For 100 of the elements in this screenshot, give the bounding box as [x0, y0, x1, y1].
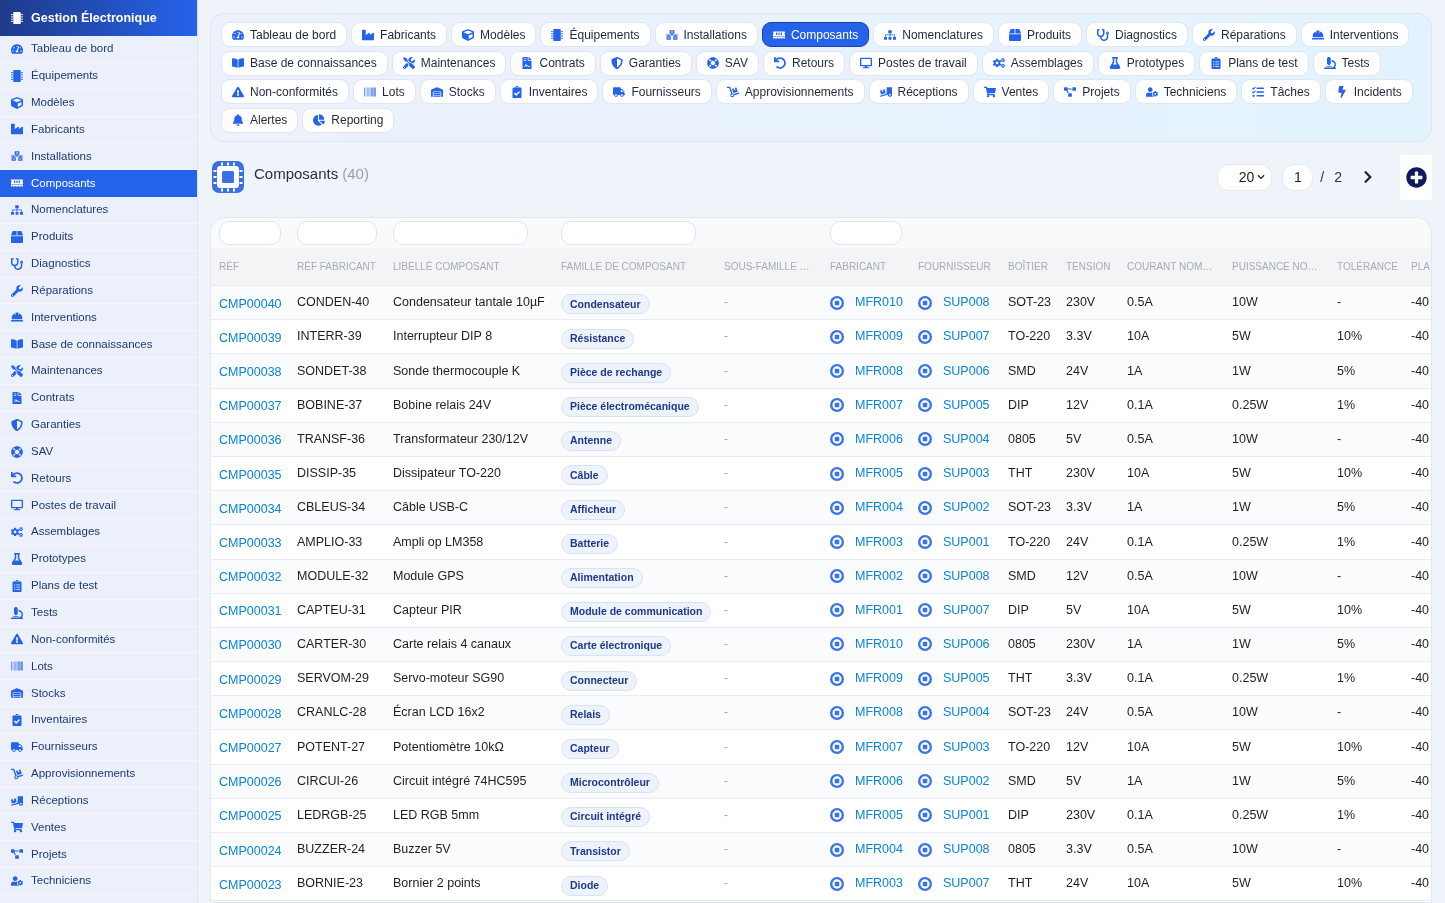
nav-tab[interactable]: Assemblages	[981, 50, 1094, 76]
code-link[interactable]: MFR002	[855, 566, 903, 586]
sidebar-item[interactable]: Approvisionnements	[0, 760, 197, 788]
nav-tab[interactable]: SAV	[695, 50, 759, 76]
sidebar-item[interactable]: Inventaires	[0, 707, 197, 734]
sidebar-item[interactable]: Réparations	[0, 277, 197, 305]
nav-tab[interactable]: Installations	[654, 22, 758, 47]
code-link[interactable]: SUP008	[943, 293, 990, 312]
code-link[interactable]: MFR003	[855, 874, 903, 894]
code-link[interactable]: MFR010	[855, 293, 903, 312]
ref-link[interactable]: CMP00038	[219, 364, 282, 379]
nav-tab[interactable]: Composants	[761, 22, 870, 47]
nav-tab[interactable]: Tâches	[1241, 79, 1321, 104]
filter-input[interactable]	[219, 220, 281, 245]
ref-link[interactable]: CMP00029	[219, 672, 282, 687]
sidebar-item[interactable]: Postes de travail	[0, 492, 197, 520]
sidebar-item[interactable]: Tableau de bord	[0, 36, 197, 63]
nav-tab[interactable]: Non-conformités	[221, 79, 350, 104]
ref-link[interactable]: CMP00025	[219, 809, 282, 824]
nav-tab[interactable]: Stocks	[419, 79, 496, 104]
nav-tab[interactable]: Lots	[353, 79, 416, 104]
sidebar-item[interactable]: Stocks	[0, 680, 197, 708]
code-link[interactable]: SUP002	[943, 498, 990, 518]
sidebar-item[interactable]: Nomenclatures	[0, 197, 197, 224]
nav-tab[interactable]: Maintenances	[391, 50, 507, 76]
sidebar-item[interactable]: Composants	[0, 170, 197, 198]
code-link[interactable]: SUP007	[943, 600, 990, 620]
ref-link[interactable]: CMP00023	[219, 877, 282, 892]
sidebar-item[interactable]: Ventes	[0, 814, 197, 842]
nav-tab[interactable]: Interventions	[1300, 22, 1410, 47]
nav-tab[interactable]: Base de connaissances	[221, 50, 388, 76]
sidebar-item[interactable]: Prototypes	[0, 546, 197, 573]
ref-link[interactable]: CMP00028	[219, 706, 282, 721]
code-link[interactable]: SUP006	[943, 635, 990, 654]
code-link[interactable]: MFR005	[855, 806, 903, 825]
nav-tab[interactable]: Modèles	[451, 22, 537, 47]
nav-tab[interactable]: Nomenclatures	[873, 22, 994, 47]
code-link[interactable]: MFR009	[855, 669, 903, 689]
sidebar-item[interactable]: Tests	[0, 599, 197, 627]
ref-link[interactable]: CMP00030	[219, 638, 282, 653]
ref-link[interactable]: CMP00036	[219, 433, 282, 448]
ref-link[interactable]: CMP00040	[219, 296, 282, 311]
sidebar-item[interactable]: Plans de test	[0, 572, 197, 600]
code-link[interactable]: SUP004	[943, 703, 990, 723]
filter-input[interactable]	[561, 220, 696, 245]
sidebar-item[interactable]: Base de connaissances	[0, 331, 197, 359]
code-link[interactable]: SUP004	[943, 429, 990, 449]
sidebar-item[interactable]: Maintenances	[0, 358, 197, 385]
nav-tab[interactable]: Projets	[1053, 79, 1131, 104]
sidebar-item[interactable]: SAV	[0, 438, 197, 466]
ref-link[interactable]: CMP00033	[219, 535, 282, 550]
nav-tab[interactable]: Reporting	[302, 107, 395, 133]
ref-link[interactable]: CMP00032	[219, 570, 282, 585]
code-link[interactable]: SUP005	[943, 669, 990, 689]
code-link[interactable]: SUP001	[943, 806, 990, 825]
filter-input[interactable]	[297, 220, 377, 245]
code-link[interactable]: MFR008	[855, 361, 903, 381]
filter-input[interactable]	[830, 220, 902, 245]
nav-tab[interactable]: Inventaires	[499, 79, 599, 104]
sidebar-item[interactable]: Garanties	[0, 411, 197, 439]
next-page-button[interactable]	[1362, 170, 1374, 184]
sidebar-item[interactable]: Assemblages	[0, 519, 197, 547]
code-link[interactable]: SUP001	[943, 532, 990, 552]
code-link[interactable]: SUP003	[943, 464, 990, 483]
sidebar-item[interactable]: Équipements	[0, 62, 197, 90]
code-link[interactable]: MFR009	[855, 327, 903, 347]
code-link[interactable]: SUP008	[943, 566, 990, 586]
nav-tab[interactable]: Fabricants	[351, 22, 448, 47]
nav-tab[interactable]: Contrats	[510, 50, 596, 76]
code-link[interactable]: MFR007	[855, 737, 903, 757]
ref-link[interactable]: CMP00037	[219, 399, 282, 414]
nav-tab[interactable]: Garanties	[599, 50, 692, 76]
code-link[interactable]: SUP006	[943, 361, 990, 381]
nav-tab[interactable]: Postes de travail	[849, 50, 978, 76]
sidebar-item[interactable]: Réceptions	[0, 787, 197, 815]
nav-tab[interactable]: Diagnostics	[1086, 22, 1189, 47]
nav-tab[interactable]: Fournisseurs	[602, 79, 712, 104]
ref-link[interactable]: CMP00034	[219, 501, 282, 516]
nav-tab[interactable]: Réparations	[1192, 22, 1297, 47]
nav-tab[interactable]: Tests	[1312, 50, 1381, 76]
nav-tab[interactable]: Ventes	[972, 79, 1050, 104]
code-link[interactable]: SUP008	[943, 840, 990, 859]
code-link[interactable]: SUP007	[943, 327, 990, 347]
nav-tab[interactable]: Approvisionnements	[715, 79, 865, 104]
nav-tab[interactable]: Prototypes	[1097, 50, 1196, 76]
sidebar-item[interactable]: Non-conformités	[0, 626, 197, 654]
sidebar-item[interactable]: Lots	[0, 653, 197, 681]
page-size-select[interactable]: 20	[1217, 163, 1273, 191]
nav-tab[interactable]: Incidents	[1324, 79, 1413, 104]
nav-tab[interactable]: Réceptions	[868, 79, 969, 104]
nav-tab[interactable]: Plans de test	[1199, 50, 1309, 76]
sidebar-item[interactable]: Projets	[0, 841, 197, 869]
ref-link[interactable]: CMP00026	[219, 775, 282, 790]
sidebar-item[interactable]: Techniciens	[0, 868, 197, 895]
ref-link[interactable]: CMP00024	[219, 843, 282, 858]
code-link[interactable]: MFR003	[855, 532, 903, 552]
code-link[interactable]: SUP005	[943, 395, 990, 415]
sidebar-item[interactable]: Fabricants	[0, 116, 197, 144]
filter-input[interactable]	[393, 220, 528, 245]
nav-tab[interactable]: Retours	[763, 50, 845, 76]
